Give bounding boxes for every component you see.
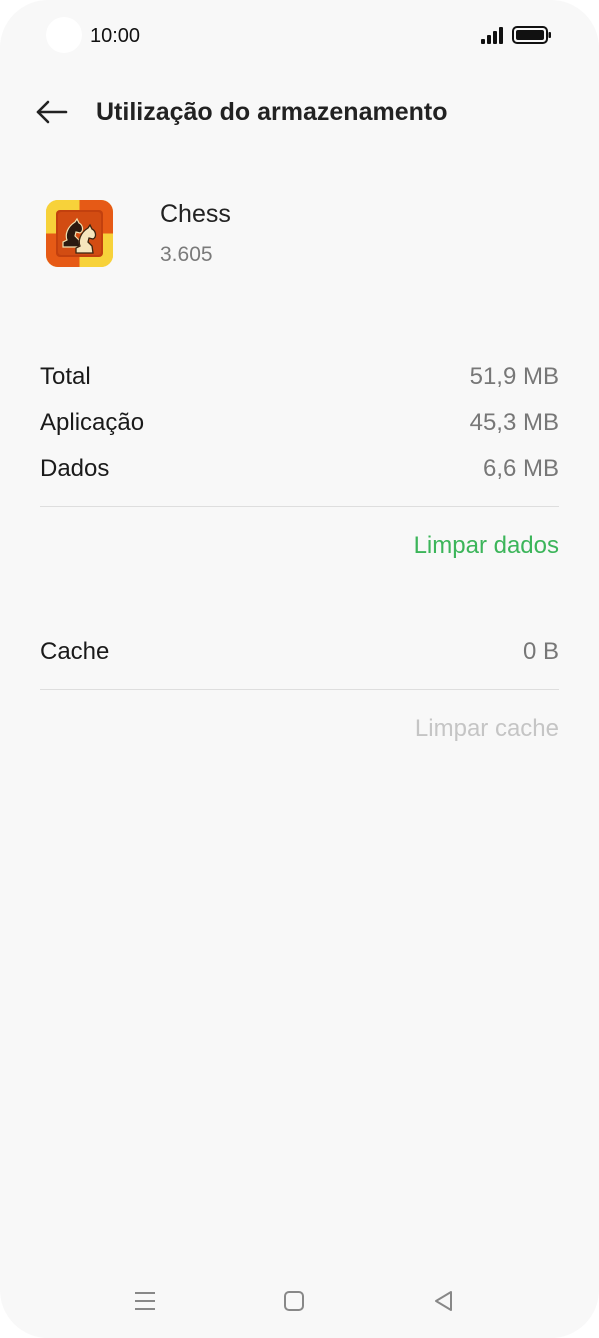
row-label: Total: [40, 363, 91, 390]
back-arrow-icon: [36, 100, 68, 124]
home-icon: [284, 1291, 304, 1311]
chess-app-icon: [46, 200, 113, 267]
navigation-bar: [0, 1270, 599, 1332]
cache-value: 0 B: [522, 638, 559, 665]
storage-row-total: Total 51,9 MB: [40, 359, 559, 395]
storage-row-data: Dados 6,6 MB: [40, 451, 559, 487]
page-title: Utilização do armazenamento: [96, 98, 448, 126]
storage-row-app: Aplicação 45,3 MB: [40, 405, 559, 441]
clear-cache-button[interactable]: Limpar cache: [415, 711, 559, 747]
battery-icon: [512, 26, 551, 44]
row-value: 6,6 MB: [482, 455, 559, 482]
status-bar: 10:00: [0, 0, 599, 70]
row-value: 51,9 MB: [469, 363, 559, 390]
divider: [40, 506, 559, 507]
back-button[interactable]: [26, 88, 78, 136]
camera-cutout: [46, 17, 82, 53]
row-label: Dados: [40, 455, 110, 482]
nav-back-icon: [435, 1291, 452, 1311]
phone-screen: 10:00 Utilização do armazenamento Chess …: [0, 0, 599, 1338]
menu-icon: [135, 1292, 155, 1310]
signal-icon: [481, 27, 503, 44]
app-version: 3.605: [160, 243, 213, 266]
status-time: 10:00: [90, 25, 141, 47]
divider: [40, 689, 559, 690]
app-info: Chess 3.605: [0, 190, 599, 280]
cache-label: Cache: [40, 638, 110, 665]
app-name: Chess: [160, 200, 231, 228]
app-bar: Utilização do armazenamento: [0, 80, 599, 144]
clear-data-button[interactable]: Limpar dados: [414, 528, 559, 564]
menu-button[interactable]: [130, 1286, 160, 1316]
row-value: 45,3 MB: [469, 409, 559, 436]
cache-row: Cache 0 B: [40, 634, 559, 670]
row-label: Aplicação: [40, 409, 145, 436]
nav-back-button[interactable]: [429, 1286, 459, 1316]
home-button[interactable]: [279, 1286, 309, 1316]
